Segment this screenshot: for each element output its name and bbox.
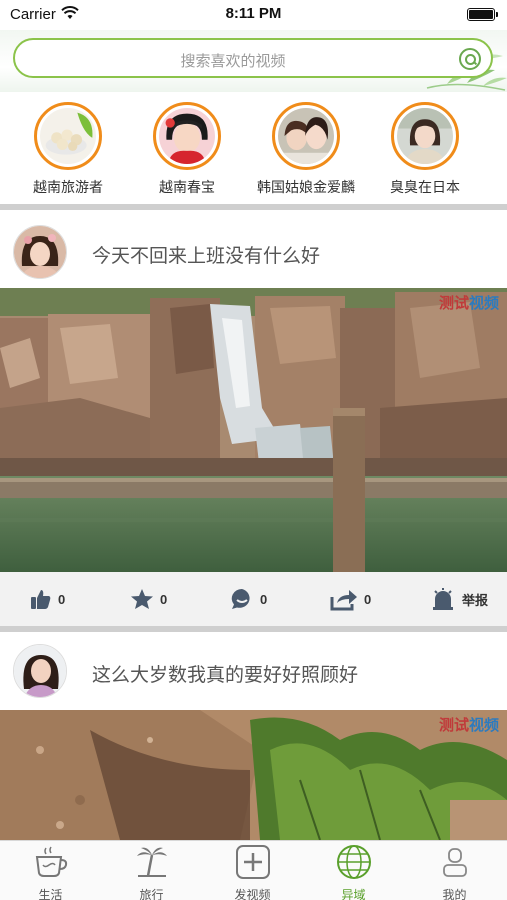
avatar[interactable] xyxy=(13,644,67,698)
video-thumbnail[interactable]: 测试视频 xyxy=(0,710,507,840)
thumbs-up-icon xyxy=(31,590,51,609)
avatar[interactable] xyxy=(153,102,221,170)
tab-post-video[interactable]: 发视频 xyxy=(202,845,303,900)
video-thumbnail[interactable]: 测试视频 xyxy=(0,288,507,572)
featured-user-name: 臭臭在日本 xyxy=(390,179,460,195)
video-watermark: 测试视频 xyxy=(438,717,499,734)
featured-user-name: 越南春宝 xyxy=(159,179,215,195)
coffee-cup-icon xyxy=(35,846,67,877)
featured-user-name: 韩国姑娘金爱麟 xyxy=(257,179,355,195)
post-actions: 0 0 0 0 举报 xyxy=(0,572,507,626)
report-label: 举报 xyxy=(462,592,489,608)
featured-users: 越南旅游者 越南春宝 韩国姑娘金爱麟 臭臭在日本 xyxy=(0,92,507,204)
tab-label: 旅行 xyxy=(139,888,164,900)
comment-count: 0 xyxy=(260,591,268,607)
video-watermark: 测试视频 xyxy=(438,295,499,312)
featured-user[interactable]: 越南旅游者 xyxy=(8,102,128,197)
tab-label: 我的 xyxy=(442,888,467,900)
avatar[interactable] xyxy=(272,102,340,170)
featured-user-name: 越南旅游者 xyxy=(33,179,103,195)
favorite-button[interactable]: 0 xyxy=(130,585,167,613)
tab-label: 生活 xyxy=(38,888,63,900)
like-count: 0 xyxy=(58,591,66,607)
avatar-image-girl xyxy=(159,108,215,164)
avatar-image-woman-smiling xyxy=(14,645,66,697)
avatar[interactable] xyxy=(391,102,459,170)
tab-me[interactable]: 我的 xyxy=(404,845,505,900)
report-button[interactable]: 举报 xyxy=(432,585,488,613)
share-button[interactable]: 0 xyxy=(330,585,371,613)
featured-user[interactable]: 韩国姑娘金爱麟 xyxy=(246,102,366,197)
avatar[interactable] xyxy=(34,102,102,170)
avatar-image-woman xyxy=(397,108,453,164)
battery-icon xyxy=(467,8,498,21)
post-title: 今天不回来上班没有什么好 xyxy=(92,246,321,267)
avatar[interactable] xyxy=(13,225,67,279)
palm-tree-icon xyxy=(136,847,167,877)
plus-square-icon xyxy=(235,845,270,879)
favorite-count: 0 xyxy=(160,591,168,607)
tab-label: 发视频 xyxy=(234,888,271,900)
like-button[interactable]: 0 xyxy=(30,585,65,613)
featured-user[interactable]: 臭臭在日本 xyxy=(365,102,485,197)
tab-life[interactable]: 生活 xyxy=(0,845,101,900)
share-count: 0 xyxy=(364,591,372,607)
avatar-image-two-girls xyxy=(278,108,334,164)
avatar-image-girl-flowers xyxy=(14,226,66,278)
avatar-image-food xyxy=(40,108,96,164)
tab-abroad[interactable]: 异域 xyxy=(303,845,404,900)
tab-bar: 生活 旅行 发视频 异域 我的 xyxy=(0,840,507,900)
header: 搜索喜欢的视频 xyxy=(0,30,507,92)
comment-icon xyxy=(231,588,250,609)
share-icon xyxy=(330,590,357,611)
post-title: 这么大岁数我真的要好好照顾好 xyxy=(92,665,359,686)
globe-icon xyxy=(336,845,371,879)
comment-button[interactable]: 0 xyxy=(230,585,267,613)
search-bar[interactable]: 搜索喜欢的视频 xyxy=(13,38,493,78)
featured-user[interactable]: 越南春宝 xyxy=(127,102,247,197)
post-header[interactable]: 今天不回来上班没有什么好 xyxy=(0,210,507,294)
video-frame-rock-waterfall xyxy=(0,288,507,572)
search-placeholder[interactable]: 搜索喜欢的视频 xyxy=(15,50,451,71)
user-icon xyxy=(442,848,467,877)
tab-label: 异域 xyxy=(341,888,366,900)
clock: 8:11 PM xyxy=(225,5,282,22)
tab-travel[interactable]: 旅行 xyxy=(101,845,202,900)
post-header[interactable]: 这么大岁数我真的要好好照顾好 xyxy=(0,632,507,716)
search-icon[interactable] xyxy=(459,48,481,70)
alarm-bell-icon xyxy=(433,588,453,610)
video-frame-dirt-tree xyxy=(0,710,507,840)
status-bar: Carrier 8:11 PM xyxy=(0,0,507,30)
star-icon xyxy=(131,589,153,609)
